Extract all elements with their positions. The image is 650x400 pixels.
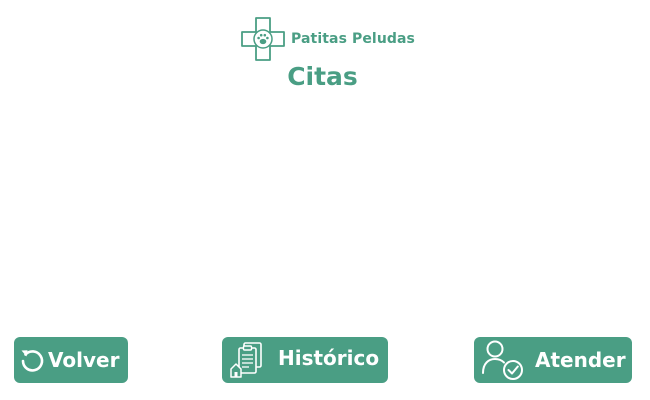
clipboard-history-icon: [230, 342, 262, 378]
page-title: Citas: [287, 62, 358, 91]
back-button-label: Volver: [48, 348, 120, 372]
attend-button-label: Atender: [535, 348, 626, 372]
history-button[interactable]: Histórico: [222, 337, 388, 383]
brand-header: Patitas Peludas: [241, 17, 415, 61]
brand-name: Patitas Peludas: [291, 31, 415, 47]
refresh-icon: [21, 350, 44, 372]
paw-cross-logo-icon: [241, 17, 285, 61]
user-check-icon: [482, 340, 523, 380]
history-button-label: Histórico: [278, 346, 380, 370]
attend-button[interactable]: Atender: [474, 337, 632, 383]
appointments-screen: Patitas Peludas Citas Volver Histórico A…: [0, 0, 650, 400]
back-button[interactable]: Volver: [14, 337, 128, 383]
